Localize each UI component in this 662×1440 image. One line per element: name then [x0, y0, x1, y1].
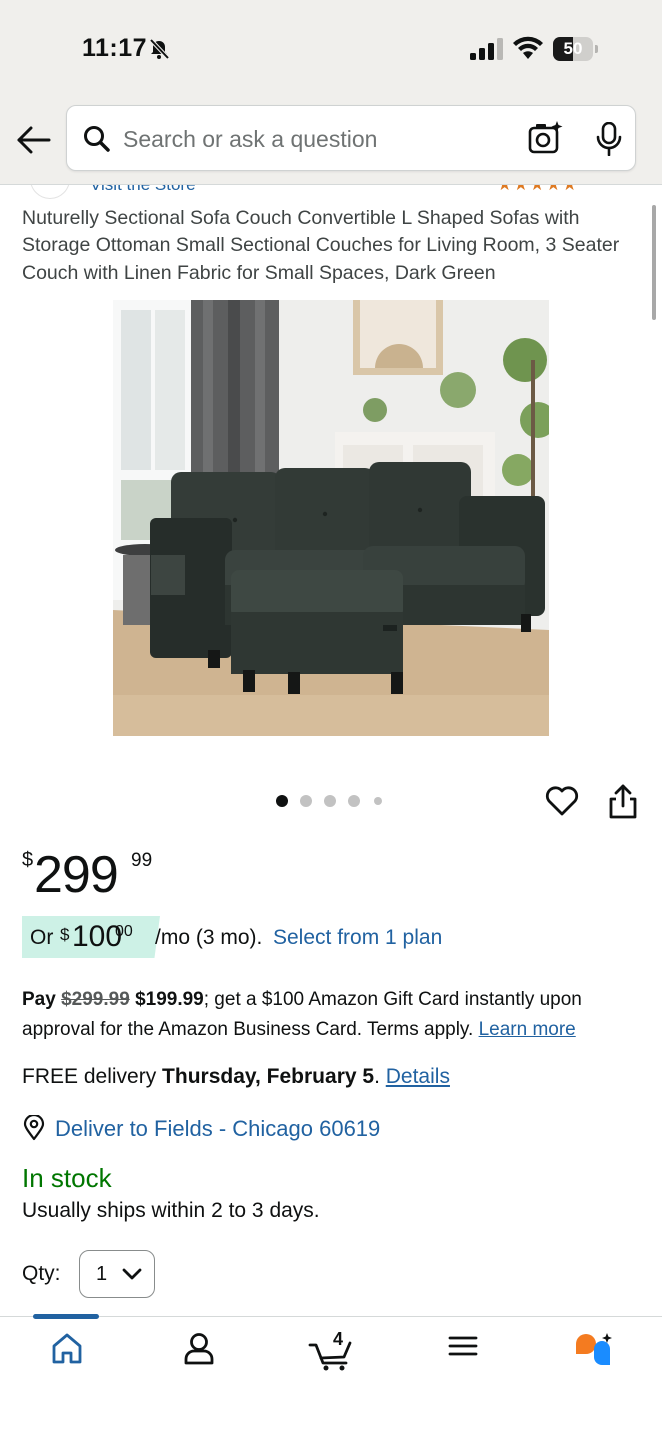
- select-plan-link[interactable]: Select from 1 plan: [273, 926, 442, 950]
- store-rating-row: Visit the Store ★★★★★: [0, 185, 662, 201]
- product-title: Nuturelly Sectional Sofa Couch Convertib…: [22, 207, 620, 284]
- rating-stars[interactable]: ★★★★★: [497, 185, 578, 195]
- active-tab-indicator: [33, 1314, 99, 1319]
- hamburger-menu-icon: [448, 1336, 478, 1356]
- promo-old-price: $299.99: [61, 989, 130, 1010]
- nav-account[interactable]: [183, 1331, 243, 1381]
- carousel-dot[interactable]: [276, 795, 288, 807]
- promo-pay: Pay: [22, 989, 56, 1010]
- microphone-icon[interactable]: [595, 122, 623, 156]
- nav-cart[interactable]: 4: [308, 1329, 368, 1381]
- cellular-signal-icon: [470, 38, 503, 60]
- nav-home[interactable]: [50, 1331, 110, 1381]
- delivery-prefix: FREE delivery: [22, 1065, 157, 1088]
- nav-menu[interactable]: [448, 1331, 508, 1381]
- delivery-details-link[interactable]: Details: [386, 1065, 450, 1088]
- store-logo: [30, 185, 70, 199]
- monthly-payment-row: Or $ 100 00 /mo (3 mo). Select from 1 pl…: [22, 916, 622, 958]
- quantity-label: Qty:: [22, 1262, 61, 1285]
- carousel-dot[interactable]: [374, 797, 382, 805]
- quantity-select[interactable]: 1: [79, 1250, 155, 1298]
- monthly-symbol: $: [60, 925, 70, 944]
- top-header: 11:17 50: [0, 0, 662, 185]
- quantity-value: 1: [96, 1263, 108, 1285]
- bottom-navigation: 4: [0, 1314, 662, 1440]
- carousel-dot[interactable]: [324, 795, 336, 807]
- carousel-dot[interactable]: [300, 795, 312, 807]
- product-image[interactable]: [113, 300, 549, 736]
- bell-muted-icon: [149, 38, 170, 60]
- monthly-term: /mo (3 mo).: [155, 926, 263, 949]
- camera-search-icon[interactable]: [527, 120, 563, 156]
- monthly-or: Or: [30, 926, 54, 949]
- account-person-icon: [184, 1333, 214, 1365]
- visit-store-link[interactable]: Visit the Store: [90, 185, 196, 195]
- price-fraction: 99: [131, 850, 153, 871]
- home-icon: [52, 1333, 82, 1364]
- search-bar[interactable]: [66, 105, 636, 171]
- battery-percent: 50: [563, 39, 583, 58]
- status-time: 11:17: [82, 34, 148, 62]
- price-whole: 299: [34, 846, 119, 904]
- heart-icon[interactable]: [545, 784, 579, 818]
- nav-rufus[interactable]: [572, 1331, 632, 1381]
- search-icon: [84, 126, 110, 152]
- share-icon[interactable]: [607, 784, 639, 820]
- price-symbol: $: [22, 849, 34, 871]
- location-pin-icon: [23, 1115, 45, 1141]
- delivery-date: Thursday, February 5: [162, 1065, 375, 1088]
- wifi-icon: [513, 36, 543, 59]
- search-input[interactable]: [123, 120, 503, 158]
- cart-count-badge: 4: [332, 1329, 343, 1349]
- learn-more-link[interactable]: Learn more: [479, 1019, 576, 1040]
- stock-status: In stock: [22, 1163, 112, 1193]
- scrollbar[interactable]: [652, 205, 656, 320]
- back-arrow-icon[interactable]: [14, 120, 54, 160]
- ships-info: Usually ships within 2 to 3 days.: [22, 1199, 320, 1222]
- promo-new-price: $199.99: [135, 989, 204, 1010]
- monthly-fraction: 00: [115, 923, 133, 940]
- delivery-period: .: [374, 1065, 380, 1088]
- carousel-dot[interactable]: [348, 795, 360, 807]
- chevron-down-icon: [122, 1268, 142, 1280]
- battery-indicator: 50: [553, 37, 599, 61]
- deliver-to-link[interactable]: Deliver to Fields - Chicago 60619: [55, 1116, 380, 1142]
- rufus-assistant-icon: [576, 1333, 612, 1365]
- delivery-info: FREE delivery Thursday, February 5. Deta…: [22, 1065, 450, 1089]
- promo-text: Pay $299.99 $199.99; get a $100 Amazon G…: [22, 985, 642, 1045]
